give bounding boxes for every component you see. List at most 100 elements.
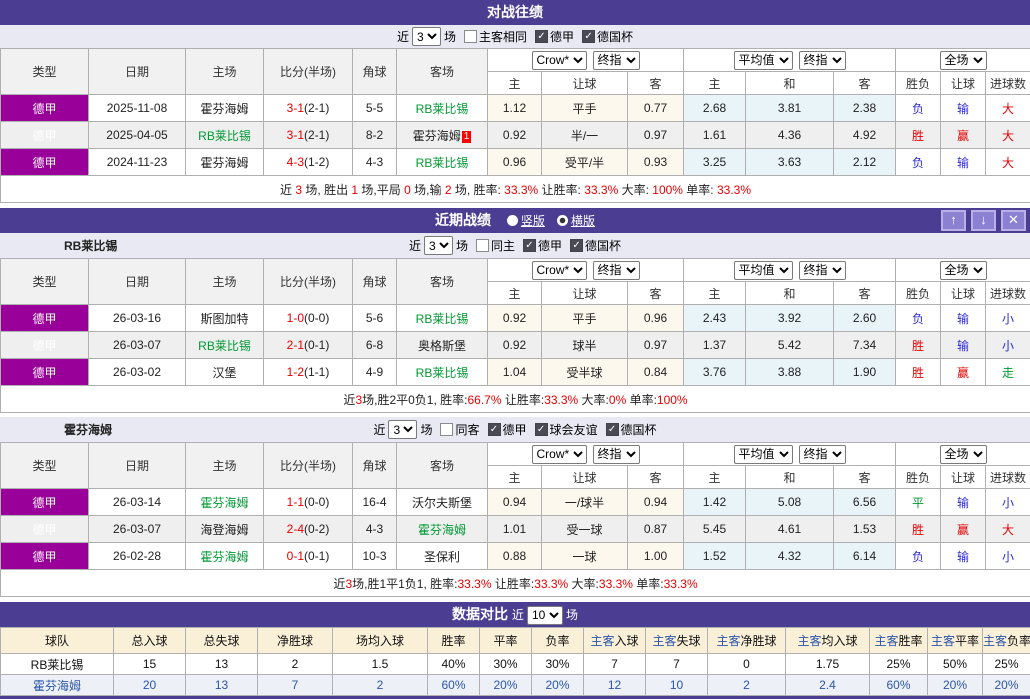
recent2-checkbox-同客[interactable] <box>440 423 453 436</box>
h2h-odds-group-header: Crow* 终指 <box>488 49 684 72</box>
view-radio-1[interactable] <box>507 215 518 226</box>
compare-stat-cell: 2 <box>333 675 428 696</box>
recent1-scope-select[interactable]: 全场 <box>940 261 987 280</box>
away-team-name: 霍芬海姆 <box>413 129 461 143</box>
recent-title: 近期战绩 <box>435 212 491 228</box>
h2h-checkbox-label: 主客相同 <box>479 28 527 45</box>
h2h-average-group-header: 平均值终指 <box>684 49 896 72</box>
fulltime-score: 1-0 <box>287 311 304 325</box>
h2h-average-select[interactable]: 平均值 <box>734 51 793 70</box>
score-cell: 3-1(2-1) <box>264 122 353 149</box>
compare-col-header: 主客入球 <box>584 628 646 654</box>
view-radio-label[interactable]: 横版 <box>571 214 595 228</box>
h2h-games-label: 场 <box>444 28 456 45</box>
compare-stat-cell: 50% <box>928 654 983 675</box>
recent1-odds-group-header: Crow* 终指 <box>488 259 684 282</box>
summary-text: 单率: <box>626 393 657 407</box>
compare-games-count-select[interactable]: 10 <box>527 606 563 625</box>
date-cell: 2024-11-23 <box>89 149 186 176</box>
away-team-cell: 霍芬海姆 <box>397 516 488 543</box>
recent2-avg-final-select[interactable]: 终指 <box>799 445 846 464</box>
odds-away: 0.87 <box>628 516 684 543</box>
compare-stat-cell: 13 <box>186 675 258 696</box>
header-prefix: 主客 <box>797 634 821 648</box>
header-prefix: 主客 <box>652 634 676 648</box>
recent2-sub-header: 主 <box>684 466 746 489</box>
recent1-sub-header: 客 <box>834 282 896 305</box>
compare-games-label: 场 <box>566 608 578 622</box>
compare-stat-cell: 10 <box>646 675 708 696</box>
result-outcome: 负 <box>896 149 941 176</box>
recent1-col-header: 类型 <box>1 259 89 305</box>
away-team-cell: RB莱比锡 <box>397 95 488 122</box>
close-button[interactable]: ✕ <box>1001 210 1026 231</box>
recent1-average-select[interactable]: 平均值 <box>734 261 793 280</box>
summary-text: 0% <box>609 393 626 407</box>
summary-text: 单率: <box>633 577 664 591</box>
compare-stat-cell: 25% <box>983 654 1030 675</box>
recent1-bookmaker-select[interactable]: Crow* <box>532 261 587 280</box>
compare-col-header: 平率 <box>480 628 532 654</box>
h2h-sub-header: 让球 <box>542 72 628 95</box>
h2h-bookmaker-select[interactable]: Crow* <box>532 51 587 70</box>
h2h-sub-header: 主 <box>684 72 746 95</box>
result-handicap: 输 <box>941 543 986 570</box>
recent2-checkbox-德甲[interactable]: ✓ <box>488 423 501 436</box>
compare-col-header: 球队 <box>1 628 114 654</box>
summary-text: 让胜率: <box>502 393 545 407</box>
recent1-odds-final-select[interactable]: 终指 <box>593 261 640 280</box>
recent-bar-buttons: ↑↓✕ <box>941 210 1026 231</box>
corners-cell: 16-4 <box>353 489 397 516</box>
view-radio-label[interactable]: 竖版 <box>521 214 545 228</box>
recent2-checkbox-label: 德甲 <box>503 421 527 438</box>
recent2-summary-row: 近3场,胜1平1负1, 胜率:33.3% 让胜率:33.3% 大率:33.3% … <box>1 570 1030 597</box>
recent2-checkbox-德国杯[interactable]: ✓ <box>606 423 619 436</box>
view-radio-2[interactable] <box>557 215 568 226</box>
recent2-checkbox-球会友谊[interactable]: ✓ <box>535 423 548 436</box>
h2h-checkbox-德甲[interactable]: ✓ <box>535 30 548 43</box>
h2h-games-count-select[interactable]: 3 <box>412 27 441 46</box>
h2h-checkbox-主客相同[interactable] <box>464 30 477 43</box>
recent1-summary: 近3场,胜2平0负1, 胜率:66.7% 让胜率:33.3% 大率:0% 单率:… <box>1 386 1030 413</box>
recent1-games-count-select[interactable]: 3 <box>424 236 453 255</box>
recent1-checkbox-德甲[interactable]: ✓ <box>523 239 536 252</box>
recent1-checkbox-同主[interactable] <box>476 239 489 252</box>
recent1-checkbox-德国杯[interactable]: ✓ <box>570 239 583 252</box>
recent1-team-label: RB莱比锡 <box>64 237 117 254</box>
recent2-games-count-select[interactable]: 3 <box>388 420 417 439</box>
odds-handicap: 受平/半 <box>542 149 628 176</box>
fulltime-score: 0-1 <box>287 549 304 563</box>
corners-cell: 5-5 <box>353 95 397 122</box>
avg-draw: 3.88 <box>746 359 834 386</box>
h2h-sub-header: 进球数 <box>986 72 1030 95</box>
result-outcome: 负 <box>896 543 941 570</box>
move-up-button[interactable]: ↑ <box>941 210 966 231</box>
score-cell: 1-1(0-0) <box>264 489 353 516</box>
recent2-bookmaker-select[interactable]: Crow* <box>532 445 587 464</box>
odds-away: 0.93 <box>628 149 684 176</box>
header-text: 入球 <box>615 634 639 648</box>
recent2-average-select[interactable]: 平均值 <box>734 445 793 464</box>
league-cell: 德甲 <box>1 543 89 570</box>
recent1-games-label: 场 <box>456 237 468 254</box>
odds-home: 0.92 <box>488 122 542 149</box>
league-cell: 德甲 <box>1 149 89 176</box>
home-team-cell: 海登海姆 <box>186 516 264 543</box>
recent1-summary-row: 近3场,胜2平0负1, 胜率:66.7% 让胜率:33.3% 大率:0% 单率:… <box>1 386 1030 413</box>
result-goals: 大 <box>986 95 1030 122</box>
h2h-odds-final-select[interactable]: 终指 <box>593 51 640 70</box>
away-team-name: RB莱比锡 <box>416 102 469 116</box>
move-down-button[interactable]: ↓ <box>971 210 996 231</box>
recent2-scope-select[interactable]: 全场 <box>940 445 987 464</box>
fulltime-score: 3-1 <box>287 101 304 115</box>
h2h-avg-final-select[interactable]: 终指 <box>799 51 846 70</box>
recent1-avg-final-select[interactable]: 终指 <box>799 261 846 280</box>
home-team-cell: 汉堡 <box>186 359 264 386</box>
h2h-scope-select[interactable]: 全场 <box>940 51 987 70</box>
recent1-team-filter-row: RB莱比锡近3场同主✓德甲✓德国杯 <box>0 233 1030 258</box>
odds-handicap: 受一球 <box>542 516 628 543</box>
h2h-col-header: 类型 <box>1 49 89 95</box>
score-cell: 1-2(1-1) <box>264 359 353 386</box>
h2h-checkbox-德国杯[interactable]: ✓ <box>582 30 595 43</box>
recent2-odds-final-select[interactable]: 终指 <box>593 445 640 464</box>
